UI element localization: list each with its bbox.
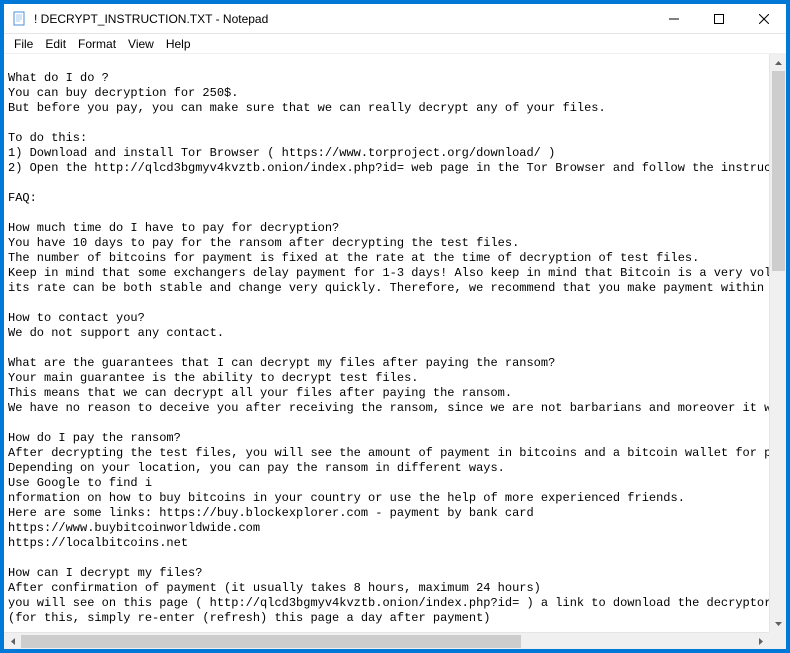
minimize-button[interactable] <box>651 4 696 33</box>
horizontal-scrollbar[interactable] <box>4 632 769 649</box>
horizontal-scroll-thumb[interactable] <box>21 635 521 648</box>
window-controls <box>651 4 786 33</box>
scroll-down-arrow-icon[interactable] <box>770 615 786 632</box>
vertical-scroll-thumb[interactable] <box>772 71 785 271</box>
scroll-left-arrow-icon[interactable] <box>4 633 21 649</box>
vertical-scrollbar[interactable] <box>769 54 786 632</box>
notepad-window: ! DECRYPT_INSTRUCTION.TXT - Notepad File… <box>3 3 787 650</box>
scroll-right-arrow-icon[interactable] <box>752 633 769 649</box>
titlebar[interactable]: ! DECRYPT_INSTRUCTION.TXT - Notepad <box>4 4 786 34</box>
menu-file[interactable]: File <box>8 35 39 53</box>
close-button[interactable] <box>741 4 786 33</box>
menu-edit[interactable]: Edit <box>39 35 72 53</box>
scroll-up-arrow-icon[interactable] <box>770 54 786 71</box>
content-area: What do I do ? You can buy decryption fo… <box>4 54 786 649</box>
menu-view[interactable]: View <box>122 35 160 53</box>
maximize-button[interactable] <box>696 4 741 33</box>
menu-help[interactable]: Help <box>160 35 197 53</box>
window-title: ! DECRYPT_INSTRUCTION.TXT - Notepad <box>34 12 651 26</box>
scrollbar-corner <box>769 632 786 649</box>
notepad-icon <box>12 11 28 27</box>
text-editor[interactable]: What do I do ? You can buy decryption fo… <box>4 54 769 632</box>
menubar: File Edit Format View Help <box>4 34 786 54</box>
menu-format[interactable]: Format <box>72 35 122 53</box>
